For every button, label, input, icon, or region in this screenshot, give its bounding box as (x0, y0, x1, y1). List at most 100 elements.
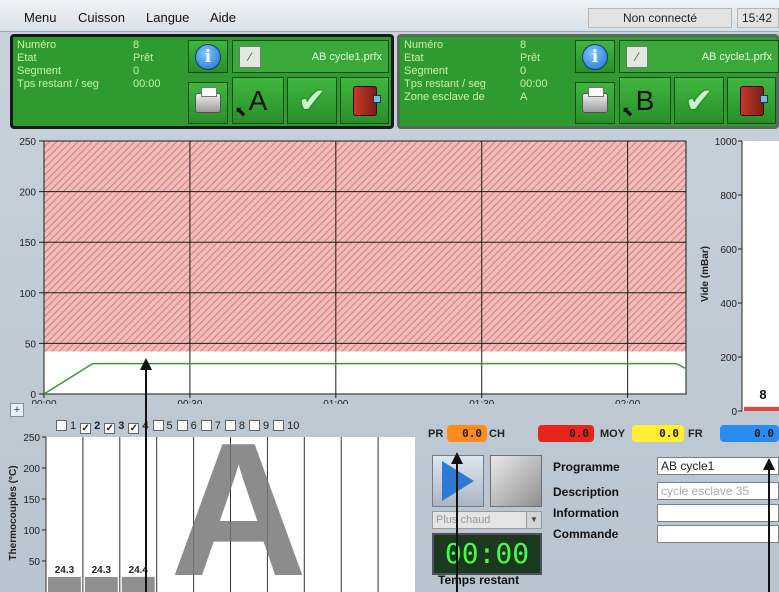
checkbox-label: 2 (94, 420, 101, 432)
panel-b-select-button[interactable]: ⬉ B (619, 77, 671, 124)
value: A (520, 91, 528, 103)
readout-label: PR (428, 428, 444, 440)
label: Segment (404, 65, 449, 77)
program-file-name: AB cycle1.prfx (311, 50, 382, 63)
y-tick-label: 200 (19, 188, 36, 199)
menu-item-menu[interactable]: Menu (24, 10, 57, 25)
command-field[interactable] (657, 525, 779, 543)
label: Numéro (17, 39, 57, 51)
annotation-arrow (451, 452, 463, 592)
thermocouple-tick-label: 250 (23, 433, 40, 444)
panel-b-info: Numéro 8 Etat Prêt Segment 0 Tps restant / … (404, 39, 548, 104)
thermocouple-value-label: 24.3 (55, 565, 75, 576)
information-field[interactable] (657, 504, 779, 522)
panel-a-program-file[interactable]: ⁄ AB cycle1.prfx (232, 40, 389, 73)
vacuum-bar (744, 406, 779, 411)
value: 0 (133, 65, 140, 77)
panel-a-validate-button[interactable]: ✔ (287, 77, 337, 124)
label: Numéro (404, 39, 444, 51)
panel-b-info-button[interactable]: i (575, 40, 615, 73)
readout-value: 0.0 (538, 425, 594, 442)
menu-bar: Menu Cuisson Langue Aide Non connecté 15… (0, 0, 779, 32)
check-icon: ✔ (297, 80, 327, 121)
vacuum-tick-label: 600 (720, 245, 737, 256)
value: 00:00 (133, 78, 161, 90)
cursor-icon: ⬉ (234, 102, 247, 119)
vacuum-plot-area (742, 141, 779, 411)
y-tick-label: 50 (25, 339, 37, 350)
thermocouple-bar (121, 576, 155, 592)
tolerance-band (44, 141, 686, 352)
command-label: Commande (553, 527, 619, 541)
thermocouple-checkbox-3[interactable]: ✓ 3 (104, 420, 124, 434)
panel-a-info: Numéro 8 Etat Prêt Segment 0 Tps restant / … (17, 39, 161, 91)
thermocouple-checkbox-1[interactable]: 1 (56, 420, 76, 432)
vacuum-tick-label: 200 (720, 353, 737, 364)
value: Prêt (520, 52, 541, 64)
menu-item-langue[interactable]: Langue (146, 10, 189, 25)
furnace-icon (739, 85, 768, 116)
cursor-icon: ⬉ (621, 102, 634, 119)
x-tick-label: 00:00 (31, 399, 56, 404)
zoom-button[interactable]: + (10, 403, 24, 417)
label: Zone esclave de (404, 91, 485, 103)
label: Segment (17, 65, 62, 77)
vacuum-tick-label: 0 (731, 407, 737, 418)
vacuum-value-label: 8 (759, 387, 766, 402)
connection-status: Non connecté (588, 8, 732, 28)
printer-icon (195, 87, 221, 113)
panel-a-info-button[interactable]: i (188, 40, 228, 73)
thermocouple-tick-label: 50 (29, 557, 41, 568)
description-field[interactable]: cycle esclave 35 (657, 482, 779, 500)
checkbox-label: 3 (118, 420, 125, 432)
remaining-time-label: Temps restant (438, 573, 520, 587)
panel-b-program-file[interactable]: ⁄ AB cycle1.prfx (619, 40, 779, 73)
readout-label: CH (489, 428, 505, 440)
information-label: Information (553, 506, 619, 520)
panel-b-validate-button[interactable]: ✔ (674, 77, 724, 124)
temperature-chart: 050100150200250 00:0000:3001:0001:3002:0… (19, 137, 687, 404)
menu-item-cuisson[interactable]: Cuisson (78, 10, 125, 25)
menu-item-aide[interactable]: Aide (210, 10, 236, 25)
check-icon: ✔ (684, 80, 714, 121)
panel-a-print-button[interactable] (188, 82, 228, 124)
thermocouple-tick-label: 100 (23, 526, 40, 537)
furnace-panel-b: Numéro 8 Etat Prêt Segment 0 Tps restant / … (397, 34, 779, 129)
panel-a-furnace-button[interactable] (340, 77, 389, 124)
readout-value: 0.0 (447, 425, 487, 442)
remaining-time-display: 00:00 (432, 533, 542, 575)
annotation-arrow (140, 358, 152, 592)
value: Prêt (133, 52, 154, 64)
program-file-icon: ⁄ (239, 45, 261, 68)
vacuum-chart: Vide (mBar) 0 200 400 600 800 1000 8 (700, 137, 779, 418)
panel-letter: ⬉ B (621, 84, 655, 119)
sensor-select[interactable]: Plus chaud ▼ (432, 511, 542, 529)
panel-b-furnace-button[interactable] (727, 77, 776, 124)
label: Tps restant / seg (404, 78, 486, 90)
program-file-name: AB cycle1.prfx (701, 50, 772, 63)
value: 0 (520, 65, 527, 77)
checkbox[interactable] (56, 420, 67, 431)
thermocouple-tick-label: 150 (23, 495, 40, 506)
readout-value: 0.0 (720, 425, 779, 442)
x-tick-label: 02:00 (615, 399, 640, 404)
value: 00:00 (520, 78, 548, 90)
description-label: Description (553, 485, 620, 499)
panel-b-print-button[interactable] (575, 82, 615, 124)
program-field[interactable]: AB cycle1 (657, 457, 779, 475)
stop-button[interactable] (490, 455, 542, 507)
panel-a-select-button[interactable]: ⬉ A (232, 77, 284, 124)
thermocouple-checkbox-2[interactable]: ✓ 2 (80, 420, 100, 434)
readout-value: 0.0 (632, 425, 684, 442)
checkbox[interactable] (152, 420, 164, 431)
info-icon: i (195, 43, 221, 70)
readout-label: MOY (600, 428, 626, 440)
thermocouple-axis-label: Thermocouples (°C) (8, 465, 19, 560)
thermocouple-value-label: 24.3 (92, 565, 112, 576)
vacuum-axis-label: Vide (mBar) (700, 246, 711, 302)
thermocouple-tick-label: 200 (23, 464, 40, 475)
label: Etat (404, 52, 424, 64)
x-tick-label: 01:00 (323, 399, 348, 404)
printer-icon (582, 87, 608, 113)
y-tick-label: 100 (19, 289, 36, 300)
